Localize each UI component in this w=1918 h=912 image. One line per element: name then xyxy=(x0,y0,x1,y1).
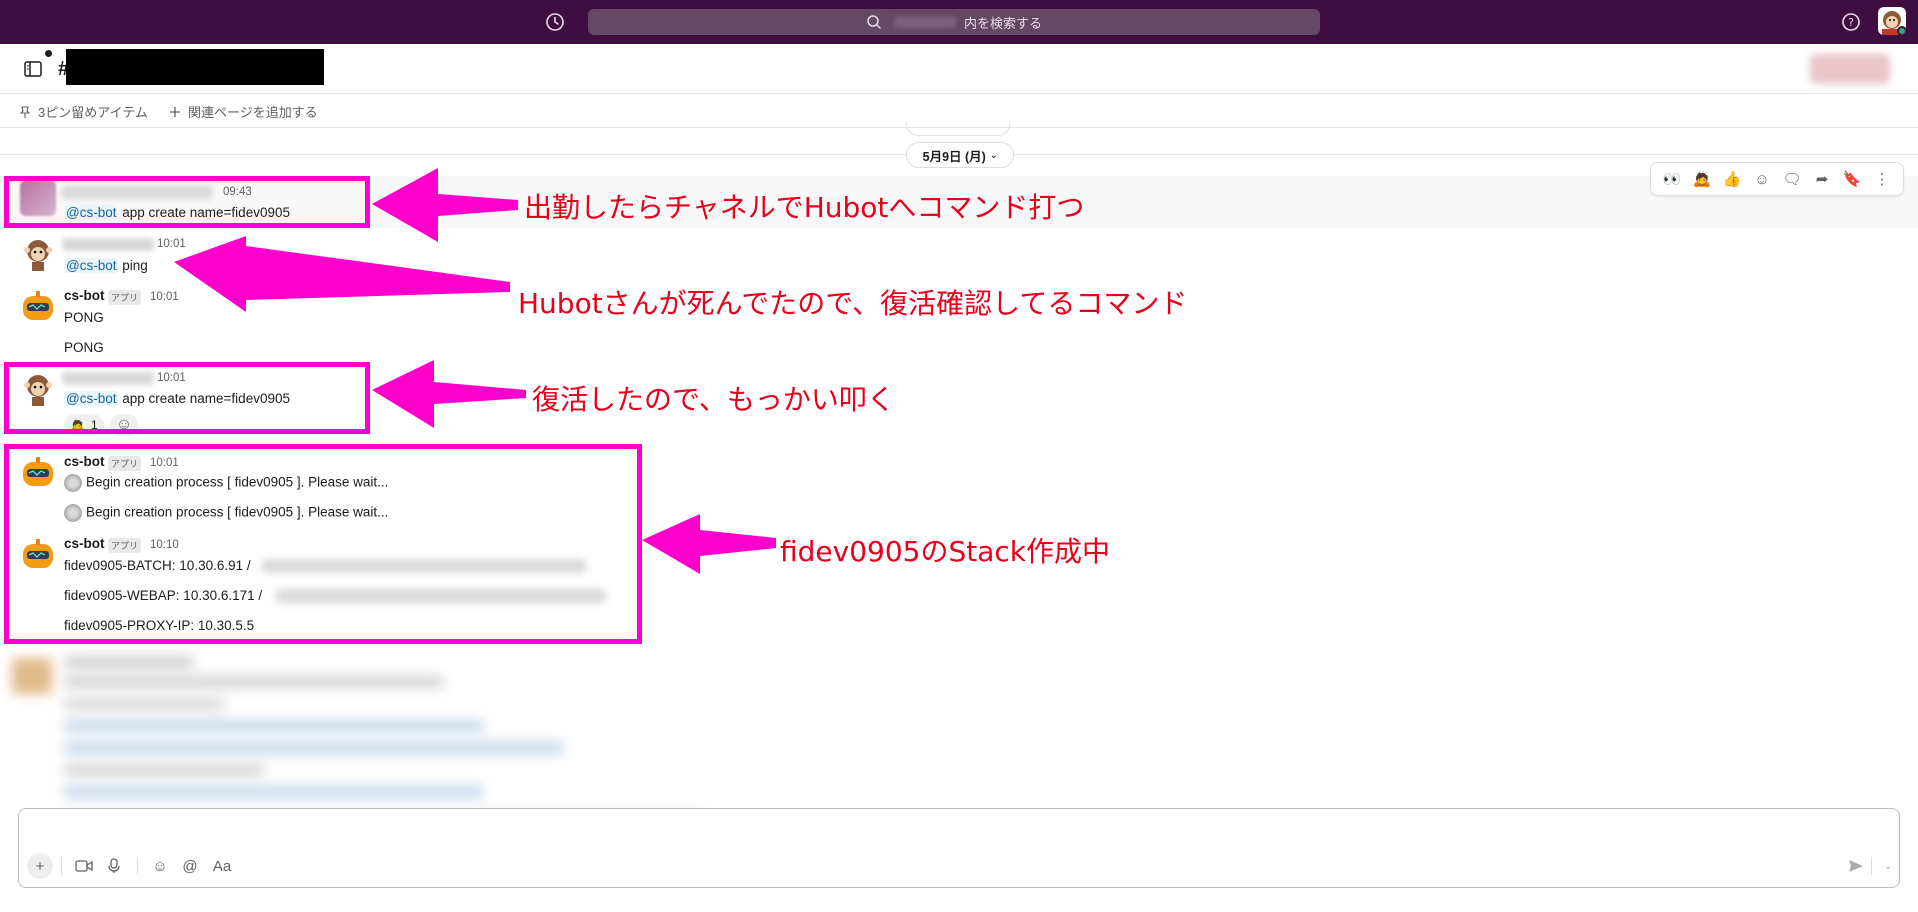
composer-divider xyxy=(1871,857,1872,875)
mention[interactable]: @cs-bot xyxy=(64,258,119,273)
arrow-4 xyxy=(642,514,776,574)
add-related-page-label: 関連ページを追加する xyxy=(188,105,318,120)
search-placeholder: 内を検索する xyxy=(963,15,1042,31)
message-text: @cs-bot ping xyxy=(64,258,148,273)
message-line: PONG xyxy=(64,310,104,325)
pin-icon xyxy=(19,105,31,118)
add-reaction-icon[interactable]: ☺ xyxy=(1750,167,1774,191)
history-icon[interactable] xyxy=(544,11,566,33)
sender-name[interactable]: cs-bot xyxy=(64,288,105,303)
user-avatar[interactable] xyxy=(1878,7,1906,35)
bot-avatar[interactable] xyxy=(20,288,56,324)
reply-thread-icon[interactable]: 🗨 xyxy=(1780,167,1804,191)
add-related-page-button[interactable]: 関連ページを追加する xyxy=(168,102,318,121)
bow-reaction-icon[interactable]: 🙇 xyxy=(1690,167,1714,191)
arrow-2 xyxy=(174,236,510,312)
chevron-down-icon: ⌄ xyxy=(989,149,998,160)
send-icon[interactable] xyxy=(1843,853,1869,879)
pinned-items-button[interactable]: 3ピン留めアイテム xyxy=(18,102,148,121)
pinned-items-label: 3ピン留めアイテム xyxy=(38,105,148,120)
top-bar: 内を検索する ? xyxy=(0,0,1918,44)
composer-toolbar: + ☺ @ Aa ⌄ xyxy=(19,851,1899,881)
avatar[interactable] xyxy=(20,235,56,271)
redacted-channel-name[interactable] xyxy=(66,49,324,85)
attach-plus-icon[interactable]: + xyxy=(27,853,53,879)
previous-date-divider xyxy=(906,122,1010,136)
search-icon xyxy=(867,15,881,29)
emoji-icon[interactable]: ☺ xyxy=(147,853,173,879)
search-bar[interactable]: 内を検索する xyxy=(588,9,1320,35)
annotation-text-4: fidev0905のStack作成中 xyxy=(780,535,1110,568)
sidebar-toggle-icon[interactable] xyxy=(22,58,44,80)
composer-divider xyxy=(61,857,62,875)
annotation-text-2: Hubotさんが死んでたので、復活確認してるコマンド xyxy=(518,287,1188,320)
svg-text:?: ? xyxy=(1848,16,1854,29)
share-icon[interactable]: ➦ xyxy=(1810,167,1834,191)
message-time[interactable]: 10:01 xyxy=(157,238,186,250)
message-time[interactable]: 10:01 xyxy=(150,291,179,303)
channel-members-button[interactable] xyxy=(1810,54,1890,84)
format-toggle-button[interactable]: Aa xyxy=(209,853,235,879)
arrow-3 xyxy=(372,360,526,428)
video-clip-icon[interactable] xyxy=(71,853,97,879)
channel-header: # xyxy=(0,44,1918,94)
bookmark-icon[interactable]: 🔖 xyxy=(1840,167,1864,191)
date-divider-pill[interactable]: 5月9日 (月) ⌄ xyxy=(906,142,1014,168)
annotation-box-2 xyxy=(4,362,370,434)
annotation-box-3 xyxy=(4,444,642,644)
online-status-dot xyxy=(1897,26,1906,35)
date-label: 5月9日 (月) xyxy=(922,149,986,164)
redacted-workspace-name xyxy=(893,16,956,28)
help-icon[interactable]: ? xyxy=(1840,11,1862,33)
annotation-box-1 xyxy=(4,176,370,228)
more-actions-icon[interactable]: ⋮ xyxy=(1870,167,1894,191)
annotation-text-1: 出勤したらチャネルでHubotへコマンド打つ xyxy=(524,191,1085,224)
thumbs-up-reaction-icon[interactable]: 👍 xyxy=(1720,167,1744,191)
app-badge: アプリ xyxy=(108,290,142,305)
message-line: PONG xyxy=(64,340,104,355)
message-composer[interactable]: + ☺ @ Aa ⌄ xyxy=(18,808,1900,888)
message-body: ping xyxy=(122,258,148,273)
composer-divider xyxy=(137,857,138,875)
microphone-icon[interactable] xyxy=(101,853,127,879)
plus-icon xyxy=(170,106,180,117)
annotation-text-3: 復活したので、もっかい叩く xyxy=(532,383,895,416)
chevron-down-icon[interactable]: ⌄ xyxy=(1875,853,1901,879)
unread-indicator xyxy=(45,50,52,57)
message-actions-toolbar: 👀 🙇 👍 ☺ 🗨 ➦ 🔖 ⋮ xyxy=(1650,162,1904,196)
redacted-user-name xyxy=(62,238,154,251)
eyes-reaction-icon[interactable]: 👀 xyxy=(1660,167,1684,191)
mention-icon[interactable]: @ xyxy=(177,853,203,879)
